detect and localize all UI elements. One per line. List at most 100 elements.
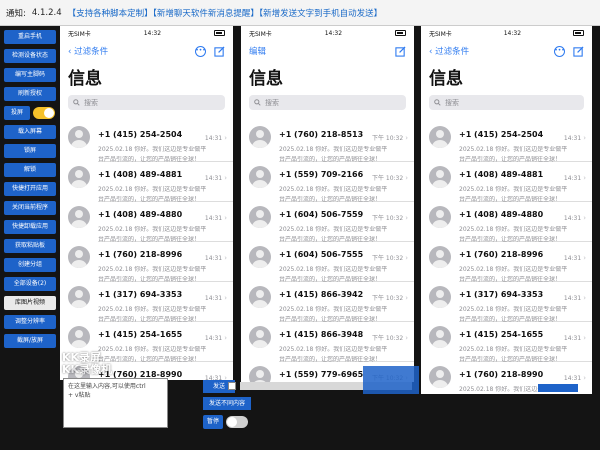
screencast-toggle[interactable]	[33, 107, 55, 119]
contact-avatar-icon	[429, 126, 451, 148]
message-row[interactable]: +1 (408) 489-4881 14:31 › 2025.02.18 你好。我们这…	[60, 162, 233, 203]
phone-screen-2[interactable]: 无SIM卡 14:32 编辑 信息 搜索 +1 (760) 218-8513 下午…	[241, 26, 414, 382]
search-input[interactable]: 搜索	[68, 95, 225, 110]
screencast-button[interactable]: 投屏	[4, 106, 30, 120]
message-time: 14:31	[563, 335, 582, 342]
phone-screen-1[interactable]: 无SIM卡 14:32 ‹ 过滤条件 ••• 信息 搜索 +1 (415) 25…	[60, 26, 233, 380]
quick-open-app-button[interactable]: 快捷打开应用	[4, 182, 56, 196]
search-input[interactable]: 搜索	[249, 95, 406, 110]
search-icon	[434, 99, 441, 106]
send-checkbox[interactable]	[228, 382, 236, 390]
edit-button[interactable]: 编辑	[249, 45, 266, 57]
pause-button[interactable]: 暂停	[203, 415, 223, 429]
chevron-right-icon: ›	[405, 334, 408, 342]
filter-button[interactable]: ‹ 过滤条件	[429, 45, 469, 57]
message-row[interactable]: +1 (317) 694-3353 14:31 › 2025.02.18 你好。我们这…	[421, 282, 592, 323]
compose-icon[interactable]	[573, 45, 584, 57]
chevron-right-icon: ›	[224, 174, 227, 182]
unlock-button[interactable]: 解锁	[4, 163, 56, 177]
message-row[interactable]: +1 (604) 506-7555 下午 10:32 › 2025.02.18 你好。…	[241, 242, 414, 283]
message-preview: 2025.02.18 你好。我们这边是专业做平	[98, 226, 207, 233]
filter-button[interactable]: ‹ 过滤条件	[68, 45, 108, 57]
page-title: 信息	[249, 69, 283, 89]
message-row[interactable]: +1 (415) 254-2504 14:31 › 2025.02.18 你好。我们这…	[421, 122, 592, 163]
load-screen-button[interactable]: 载入屏幕	[4, 125, 56, 139]
check-device-button[interactable]: 检测设备状态	[4, 49, 56, 63]
chevron-right-icon: ›	[224, 334, 227, 342]
watermark: KK录屏 KK录像机	[62, 351, 113, 376]
contact-avatar-icon	[68, 166, 90, 188]
close-program-button[interactable]: 关闭当前程序	[4, 201, 56, 215]
message-row[interactable]: +1 (415) 866-3942 下午 10:32 › 2025.02.18 你好。…	[241, 282, 414, 323]
message-input[interactable]: 在这里输入内容,可以使用ctrl + v粘贴	[63, 378, 168, 428]
message-row[interactable]: +1 (559) 709-2166 下午 10:32 › 2025.02.18 你好。…	[241, 162, 414, 203]
refresh-auth-button[interactable]: 刷新授权	[4, 87, 56, 101]
message-time: 14:31	[563, 375, 582, 382]
compose-icon[interactable]	[214, 45, 225, 57]
send-different-button[interactable]: 发送不同内容	[203, 397, 251, 410]
phone-number: +1 (415) 254-2504	[459, 130, 544, 139]
message-list: +1 (760) 218-8513 下午 10:32 › 2025.02.18 你好。…	[241, 122, 414, 382]
message-preview: 2025.02.18 你好。我们这边是专业做平	[279, 186, 388, 193]
contact-avatar-icon	[429, 246, 451, 268]
phone-number: +1 (317) 694-3353	[459, 290, 544, 299]
contact-avatar-icon	[429, 166, 451, 188]
message-row[interactable]: +1 (415) 866-3948 下午 10:32 › 2025.02.18 你好。…	[241, 322, 414, 363]
phone-number: +1 (317) 694-3353	[98, 290, 183, 299]
carrier-label: 无SIM卡	[68, 30, 91, 38]
all-devices-button[interactable]: 全部设备(2)	[4, 277, 56, 291]
message-row[interactable]: +1 (760) 218-8513 下午 10:32 › 2025.02.18 你好。…	[241, 122, 414, 163]
chevron-right-icon: ›	[224, 294, 227, 302]
chevron-right-icon: ›	[224, 134, 227, 142]
message-row[interactable]: +1 (604) 506-7559 下午 10:32 › 2025.02.18 你好。…	[241, 202, 414, 243]
nav-bar: ‹ 过滤条件 •••	[421, 40, 592, 62]
contact-avatar-icon	[68, 246, 90, 268]
phone-number: +1 (408) 489-4881	[98, 170, 183, 179]
message-row[interactable]: +1 (760) 218-8996 14:31 › 2025.02.18 你好。我们这…	[60, 242, 233, 283]
search-input[interactable]: 搜索	[429, 95, 584, 110]
get-clipboard-button[interactable]: 获取粘贴板	[4, 239, 56, 253]
create-group-button[interactable]: 创建分组	[4, 258, 56, 272]
uninstall-app-button[interactable]: 快捷卸载应用	[4, 220, 56, 234]
contact-avatar-icon	[249, 246, 271, 268]
battery-icon	[214, 30, 225, 36]
message-row[interactable]: +1 (408) 489-4880 14:31 › 2025.02.18 你好。我们这…	[421, 202, 592, 243]
contact-avatar-icon	[249, 206, 271, 228]
message-time: 14:31	[563, 215, 582, 222]
message-preview: 2025.02.18 你好。我们这边是专业做平	[98, 146, 207, 153]
lock-screen-button[interactable]: 锁屏	[4, 144, 56, 158]
bottom-right-button[interactable]	[538, 384, 578, 392]
resolution-button[interactable]: 调整分辨率	[4, 315, 56, 329]
contact-avatar-icon	[249, 286, 271, 308]
restart-phone-button[interactable]: 重启手机	[4, 30, 56, 44]
status-bar: 无SIM卡 14:32	[421, 26, 592, 40]
message-preview: 2025.02.18 你好。我们这边是专业做平	[459, 146, 568, 153]
message-preview: 2025.02.18 你好。我们这边是专业做平	[279, 266, 388, 273]
chevron-right-icon: ›	[583, 134, 586, 142]
phone-number: +1 (559) 779-6965	[279, 370, 364, 379]
contact-avatar-icon	[429, 286, 451, 308]
phone-number: +1 (408) 489-4880	[98, 210, 183, 219]
message-row[interactable]: +1 (760) 218-8996 14:31 › 2025.02.18 你好。我们这…	[421, 242, 592, 283]
phone-screen-3[interactable]: 无SIM卡 14:32 ‹ 过滤条件 ••• 信息 搜索 +1 (415) 25…	[421, 26, 592, 394]
message-row[interactable]: +1 (317) 694-3353 14:31 › 2025.02.18 你好。我们这…	[60, 282, 233, 323]
chevron-right-icon: ›	[405, 294, 408, 302]
message-row[interactable]: +1 (408) 489-4880 14:31 › 2025.02.18 你好。我们这…	[60, 202, 233, 243]
message-preview: 2025.02.18 你好。我们这边是专业做平	[98, 186, 207, 193]
chevron-right-icon: ›	[583, 174, 586, 182]
screenshot-button[interactable]: 截屏/放屏	[4, 334, 56, 348]
media-library-button[interactable]: 库图片视频	[4, 296, 56, 310]
more-icon[interactable]: •••	[554, 45, 565, 57]
message-row[interactable]: +1 (415) 254-2504 14:31 › 2025.02.18 你好。我们这…	[60, 122, 233, 163]
notice-banner: 通知: 4.1.2.4 【支持各种脚本定制】【新增聊天软件新消息提醒】【新增发送…	[0, 0, 600, 26]
chevron-right-icon: ›	[405, 174, 408, 182]
message-time: 14:31	[563, 295, 582, 302]
message-row[interactable]: +1 (408) 489-4881 14:31 › 2025.02.18 你好。我们这…	[421, 162, 592, 203]
more-icon[interactable]: •••	[195, 45, 206, 57]
pause-toggle[interactable]	[226, 416, 248, 428]
edit-script-button[interactable]: 编写主脚码	[4, 68, 56, 82]
chevron-right-icon: ›	[224, 214, 227, 222]
compose-icon[interactable]	[395, 45, 406, 57]
message-row[interactable]: +1 (415) 254-1655 14:31 › 2025.02.18 你好。我们这…	[421, 322, 592, 363]
message-time: 下午 10:32	[371, 175, 404, 182]
